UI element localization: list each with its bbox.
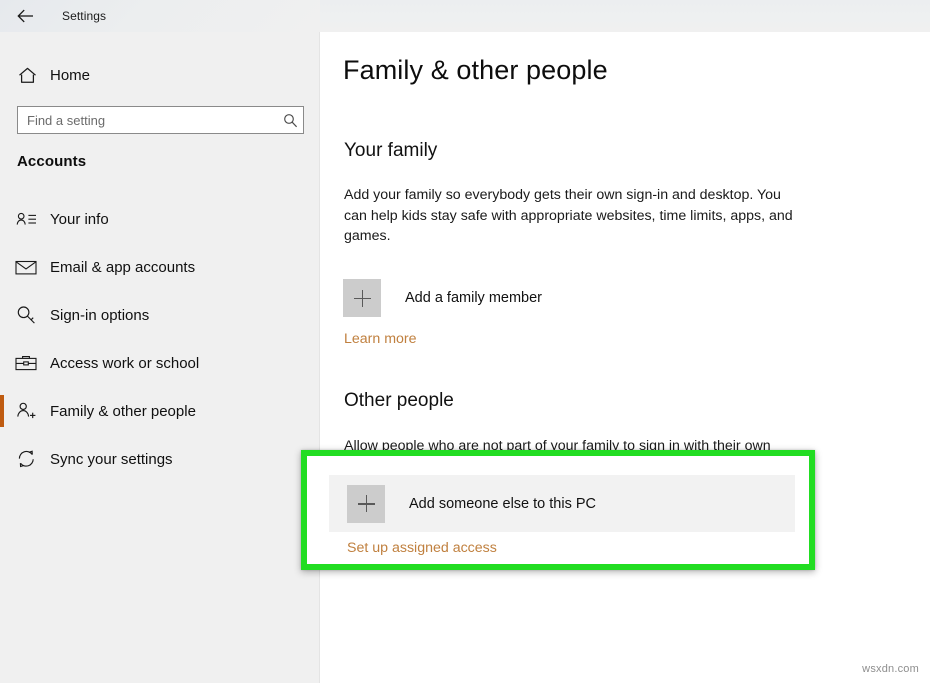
sidebar-item-your-info-label: Your info — [50, 211, 109, 228]
section-description-your-family: Add your family so everybody gets their … — [344, 185, 794, 247]
sidebar-item-sync-your-settings-label: Sync your settings — [50, 451, 173, 468]
title-bar: Settings — [0, 0, 930, 32]
settings-window: Settings Home Accounts — [0, 0, 930, 683]
add-someone-else-to-this-pc-button[interactable]: Add someone else to this PC — [329, 475, 795, 532]
selection-indicator — [0, 203, 4, 235]
add-someone-else-to-this-pc-label: Add someone else to this PC — [409, 496, 596, 512]
search-input[interactable] — [18, 107, 277, 133]
plus-icon — [343, 279, 381, 317]
highlight-callout-inner: Add someone else to this PC Set up assig… — [307, 456, 809, 564]
sync-arrows-icon — [14, 447, 38, 471]
add-a-family-member-label: Add a family member — [405, 290, 542, 306]
page-title: Family & other people — [343, 55, 608, 86]
selection-indicator — [0, 299, 4, 331]
sidebar-item-sync-your-settings[interactable]: Sync your settings — [0, 435, 320, 483]
selection-indicator — [0, 251, 4, 283]
sidebar-item-your-info[interactable]: Your info — [0, 195, 320, 243]
search-box[interactable] — [17, 106, 304, 134]
highlight-callout: Add someone else to this PC Set up assig… — [301, 450, 815, 570]
set-up-assigned-access-link[interactable]: Set up assigned access — [347, 540, 497, 556]
learn-more-link[interactable]: Learn more — [344, 331, 417, 347]
home-icon — [16, 67, 38, 84]
briefcase-icon — [14, 351, 38, 375]
watermark: wsxdn.com — [862, 663, 919, 675]
add-a-family-member-button[interactable]: Add a family member — [343, 278, 809, 318]
sidebar-item-home[interactable]: Home — [0, 58, 320, 92]
back-button[interactable] — [8, 2, 42, 30]
sidebar-item-home-label: Home — [50, 67, 90, 84]
back-arrow-icon — [17, 9, 34, 23]
sidebar-item-sign-in-options-label: Sign-in options — [50, 307, 149, 324]
plus-icon — [347, 485, 385, 523]
sidebar-item-family-other-people-label: Family & other people — [50, 403, 196, 420]
selection-indicator — [0, 395, 4, 427]
envelope-icon — [14, 255, 38, 279]
section-heading-other-people: Other people — [344, 390, 454, 412]
sidebar-item-email-app-accounts-label: Email & app accounts — [50, 259, 195, 276]
key-icon — [14, 303, 38, 327]
sidebar: Home Accounts — [0, 32, 320, 683]
window-title: Settings — [62, 0, 106, 32]
sidebar-item-family-other-people[interactable]: Family & other people — [0, 387, 320, 435]
person-plus-icon — [14, 399, 38, 423]
sidebar-item-email-app-accounts[interactable]: Email & app accounts — [0, 243, 320, 291]
section-heading-your-family: Your family — [344, 140, 437, 162]
sidebar-nav: Your info Email & app accounts — [0, 195, 320, 483]
title-bar-left-pane — [0, 0, 320, 32]
search-icon[interactable] — [277, 107, 303, 133]
sidebar-item-sign-in-options[interactable]: Sign-in options — [0, 291, 320, 339]
sidebar-section-label: Accounts — [17, 153, 86, 170]
sidebar-item-access-work-or-school-label: Access work or school — [50, 355, 199, 372]
selection-indicator — [0, 443, 4, 475]
person-card-icon — [14, 207, 38, 231]
sidebar-item-access-work-or-school[interactable]: Access work or school — [0, 339, 320, 387]
selection-indicator — [0, 347, 4, 379]
main-content: Family & other people Your family Add yo… — [321, 32, 930, 683]
